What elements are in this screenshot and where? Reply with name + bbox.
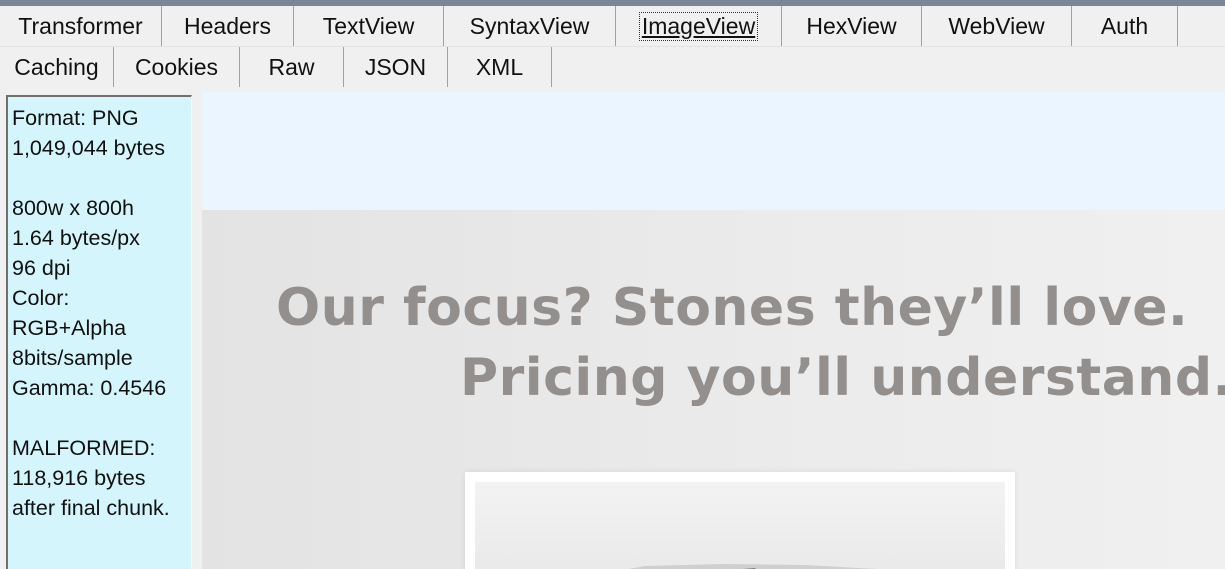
tab-json[interactable]: JSON [344, 47, 448, 87]
tab-syntaxview[interactable]: SyntaxView [444, 6, 616, 46]
info-bytes-per-px: 1.64 bytes/px [12, 226, 140, 250]
diamond-icon [628, 564, 877, 569]
tab-label: Raw [268, 53, 315, 80]
info-gamma: Gamma: 0.4546 [12, 376, 167, 400]
info-size-bytes: 1,049,044 bytes [12, 136, 166, 160]
tab-cookies[interactable]: Cookies [114, 47, 240, 87]
tab-imageview[interactable]: ImageView [616, 6, 782, 46]
tab-xml[interactable]: XML [448, 47, 552, 87]
tab-webview[interactable]: WebView [922, 6, 1072, 46]
tab-label: TextView [322, 12, 415, 39]
tab-label: Caching [14, 53, 99, 80]
image-headline-line2: Pricing you’ll understand. [460, 348, 1225, 408]
tab-label: Cookies [134, 53, 219, 80]
tab-label: JSON [364, 53, 427, 80]
product-photo [475, 482, 1005, 569]
tab-caching[interactable]: Caching [0, 47, 114, 87]
info-bits-per-sample: 8bits/sample [12, 346, 133, 370]
info-dpi: 96 dpi [12, 256, 71, 280]
tab-auth[interactable]: Auth [1072, 6, 1178, 46]
tab-label: Transformer [18, 12, 143, 39]
info-malformed-label: MALFORMED: [12, 436, 156, 460]
tab-raw[interactable]: Raw [240, 47, 344, 87]
fiddler-inspector-window: Transformer Headers TextView SyntaxView … [0, 0, 1225, 569]
tab-label: WebView [948, 12, 1045, 39]
tab-hexview[interactable]: HexView [782, 6, 922, 46]
tab-transformer[interactable]: Transformer [0, 6, 162, 46]
tab-headers[interactable]: Headers [162, 6, 294, 46]
tab-label: Auth [1100, 12, 1149, 39]
tab-label: ImageView [638, 11, 759, 41]
product-photo-frame [465, 472, 1015, 569]
info-malformed-bytes: 118,916 bytes [12, 466, 146, 490]
info-format: Format: PNG [12, 106, 139, 130]
tab-label: Headers [184, 12, 271, 39]
tab-label: XML [475, 53, 524, 80]
info-color-value: RGB+Alpha [12, 316, 127, 340]
image-preview-pane[interactable]: Our focus? Stones they’ll love. Pricing … [202, 92, 1225, 569]
tab-label: SyntaxView [469, 12, 590, 39]
info-malformed-note: after final chunk. [12, 496, 170, 520]
image-headline-line1: Our focus? Stones they’ll love. [276, 278, 1189, 338]
info-color-label: Color: [12, 286, 70, 310]
rendered-image: Our focus? Stones they’ll love. Pricing … [202, 210, 1225, 569]
info-dimensions: 800w x 800h [12, 196, 134, 220]
tab-label: HexView [806, 12, 897, 39]
tab-row-secondary: Caching Cookies Raw JSON XML [0, 47, 552, 87]
tab-textview[interactable]: TextView [294, 6, 444, 46]
tab-row-primary: Transformer Headers TextView SyntaxView … [0, 6, 1178, 46]
image-info-panel[interactable]: Format: PNG 1,049,044 bytes 800w x 800h … [6, 95, 192, 569]
